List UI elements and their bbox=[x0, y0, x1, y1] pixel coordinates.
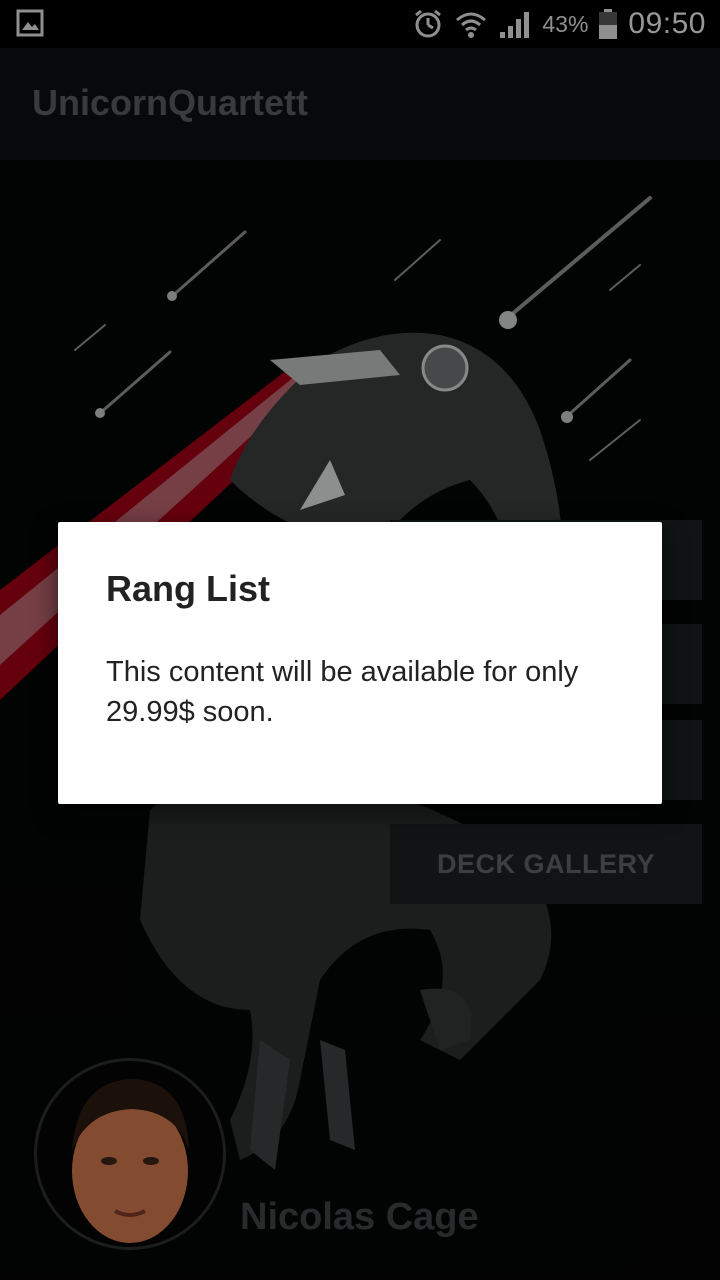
dialog-message: This content will be available for only … bbox=[106, 656, 579, 728]
dialog-title: Rang List bbox=[106, 568, 271, 609]
info-dialog: Rang List This content will be available… bbox=[58, 522, 662, 804]
